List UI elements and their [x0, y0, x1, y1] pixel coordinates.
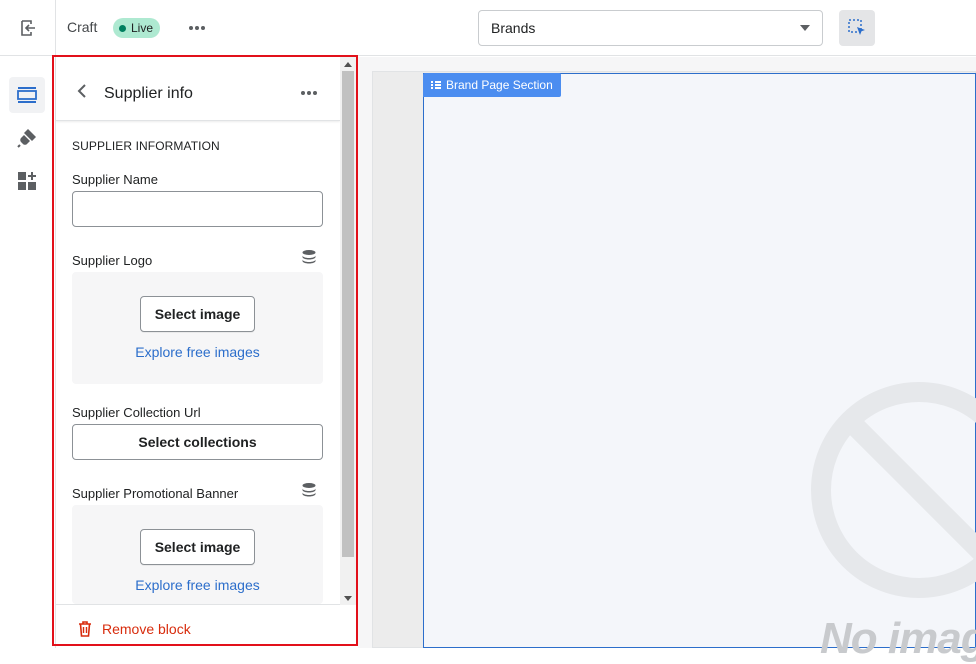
- caret-down-icon: [344, 595, 352, 601]
- no-image-text: No image: [820, 614, 976, 663]
- trash-icon: [79, 621, 91, 637]
- select-banner-image-button[interactable]: Select image: [140, 529, 255, 565]
- supplier-name-label: Supplier Name: [72, 172, 158, 187]
- exit-button[interactable]: [0, 0, 56, 56]
- panel-footer: Remove block: [56, 604, 340, 648]
- supplier-logo-image-picker: Select image Explore free images: [72, 272, 323, 384]
- promo-banner-image-picker: Select image Explore free images: [72, 505, 323, 604]
- explore-free-images-link[interactable]: Explore free images: [72, 577, 323, 593]
- more-horizontal-icon: [189, 26, 205, 30]
- inspector-toggle-button[interactable]: [839, 10, 875, 46]
- theme-actions-button[interactable]: [186, 17, 208, 39]
- dynamic-source-icon[interactable]: [301, 249, 317, 265]
- template-select[interactable]: Brands: [478, 10, 823, 46]
- panel-header: Supplier info: [56, 57, 340, 121]
- supplier-name-input[interactable]: [72, 191, 323, 227]
- preview-area: No image Brand Page Section: [358, 57, 976, 663]
- remove-block-button[interactable]: Remove block: [78, 621, 191, 637]
- panel-title: Supplier info: [104, 85, 193, 102]
- app-embeds-icon: [18, 172, 36, 190]
- section-tag[interactable]: Brand Page Section: [423, 73, 561, 97]
- theme-name: Craft: [67, 19, 98, 35]
- dynamic-source-icon[interactable]: [301, 482, 317, 498]
- select-collections-button[interactable]: Select collections: [72, 424, 323, 460]
- chevron-left-icon: [77, 84, 86, 98]
- promo-banner-label: Supplier Promotional Banner: [72, 486, 239, 501]
- top-bar: Craft Live Brands: [0, 0, 976, 56]
- block-actions-button[interactable]: [296, 82, 322, 104]
- scroll-down-arrow[interactable]: [340, 591, 356, 605]
- rail-app-embeds-button[interactable]: [9, 163, 45, 199]
- section-heading: SUPPLIER INFORMATION: [72, 139, 220, 153]
- icon-rail: [0, 57, 56, 648]
- exit-icon: [20, 20, 35, 36]
- caret-down-icon: [800, 25, 810, 31]
- live-dot-icon: [119, 24, 126, 32]
- back-button[interactable]: [70, 79, 94, 103]
- theme-settings-icon: [17, 129, 36, 148]
- scroll-up-arrow[interactable]: [340, 57, 356, 71]
- block-settings-panel: Supplier info SUPPLIER INFORMATION Suppl…: [56, 57, 340, 648]
- template-select-value: Brands: [491, 20, 536, 36]
- select-cursor-icon: [848, 19, 865, 35]
- supplier-logo-label: Supplier Logo: [72, 253, 153, 268]
- collection-url-label: Supplier Collection Url: [72, 405, 201, 420]
- no-image-placeholder-icon: [811, 382, 976, 598]
- section-tag-label: Brand Page Section: [446, 78, 553, 92]
- rail-sections-button[interactable]: [9, 77, 45, 113]
- more-horizontal-icon: [301, 91, 317, 95]
- selected-section-outline[interactable]: No image: [423, 73, 976, 663]
- status-badge-label: Live: [131, 21, 154, 35]
- drag-handle-icon: [431, 81, 441, 89]
- status-badge: Live: [113, 18, 161, 38]
- remove-block-label: Remove block: [102, 621, 191, 637]
- panel-scrollbar[interactable]: [340, 57, 356, 605]
- caret-up-icon: [344, 61, 352, 67]
- select-logo-image-button[interactable]: Select image: [140, 296, 255, 332]
- sections-icon: [17, 87, 37, 103]
- explore-free-images-link[interactable]: Explore free images: [72, 344, 323, 360]
- rail-theme-settings-button[interactable]: [9, 120, 45, 156]
- scroll-thumb[interactable]: [342, 71, 354, 557]
